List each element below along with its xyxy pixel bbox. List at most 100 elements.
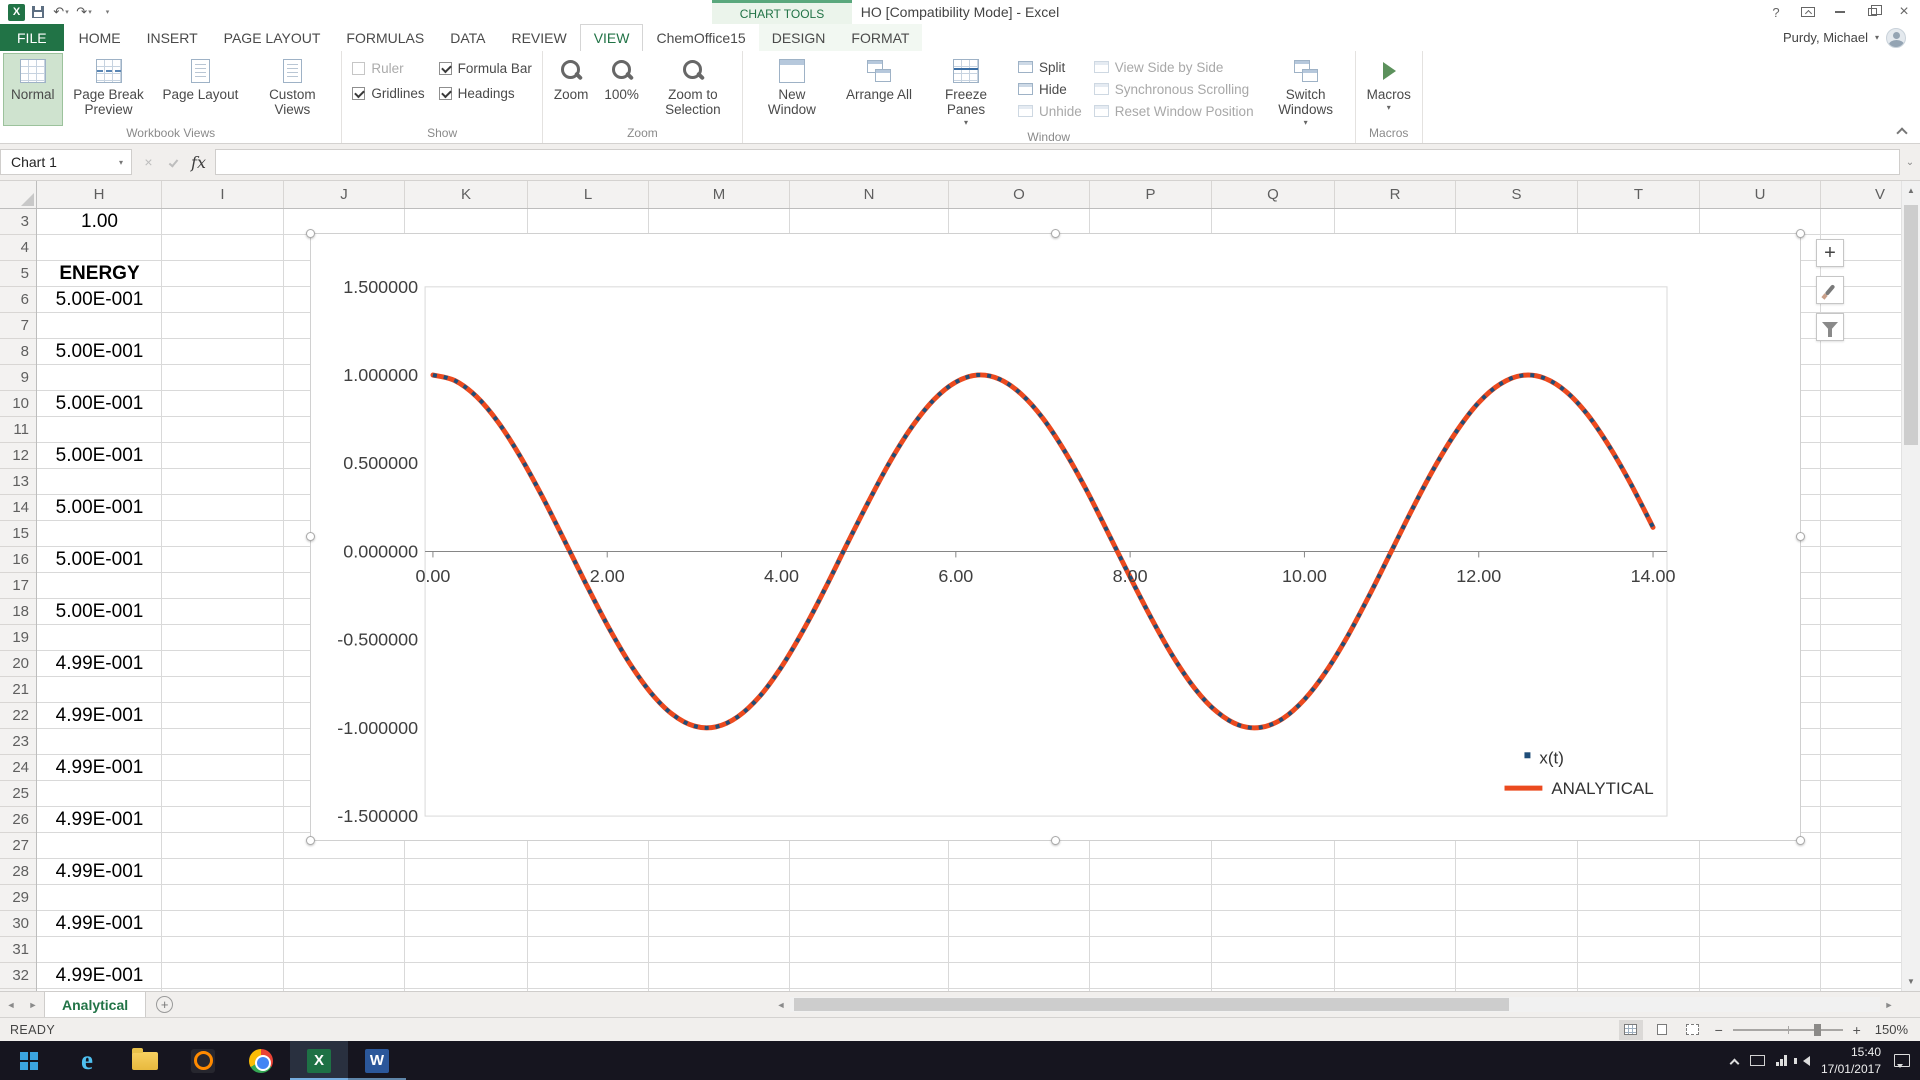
x-axis-label[interactable]: 10.00 [1282, 566, 1327, 586]
select-all-corner[interactable] [0, 181, 37, 208]
column-header-K[interactable]: K [405, 181, 528, 208]
column-header-H[interactable]: H [37, 181, 162, 208]
row-header-23[interactable]: 23 [0, 729, 36, 755]
row-header-19[interactable]: 19 [0, 625, 36, 651]
y-axis-label[interactable]: -1.000000 [337, 718, 418, 738]
taskbar-file-explorer[interactable] [116, 1041, 174, 1080]
row-header-12[interactable]: 12 [0, 443, 36, 469]
tab-data[interactable]: DATA [437, 24, 498, 51]
custom-views-button[interactable]: Custom Views [246, 53, 338, 126]
hscroll-track[interactable] [790, 997, 1880, 1012]
macros-button[interactable]: Macros▾ [1359, 53, 1419, 126]
ruler-checkbox[interactable]: Ruler [352, 60, 424, 76]
row-header-11[interactable]: 11 [0, 417, 36, 443]
show-hidden-icons-button[interactable] [1729, 1057, 1739, 1065]
chart-handle-mid-left[interactable] [306, 532, 315, 541]
restore-button[interactable] [1856, 0, 1888, 24]
chart-handle-bottom-left[interactable] [306, 836, 315, 845]
sheet-nav-right-button[interactable]: ► [22, 992, 44, 1017]
chart-filters-button[interactable] [1816, 313, 1844, 341]
minimize-button[interactable] [1824, 0, 1856, 24]
cell-H26[interactable]: 4.99E-001 [37, 807, 162, 833]
column-header-P[interactable]: P [1090, 181, 1212, 208]
undo-button[interactable]: ↶▾ [51, 2, 71, 22]
cancel-button[interactable]: × [137, 151, 160, 174]
cell-H12[interactable]: 5.00E-001 [37, 443, 162, 469]
formula-bar-checkbox[interactable]: Formula Bar [439, 60, 532, 76]
column-header-M[interactable]: M [649, 181, 790, 208]
taskbar-chrome[interactable] [232, 1041, 290, 1080]
scroll-down-arrow[interactable]: ▼ [1902, 972, 1920, 991]
enter-button[interactable] [162, 151, 185, 174]
row-header-20[interactable]: 20 [0, 651, 36, 677]
column-header-N[interactable]: N [790, 181, 949, 208]
chart-elements-button[interactable]: + [1816, 239, 1844, 267]
x-axis-label[interactable]: 14.00 [1631, 566, 1676, 586]
sheet-tab-analytical[interactable]: Analytical [44, 992, 146, 1017]
start-button[interactable] [0, 1041, 58, 1080]
cell-H14[interactable]: 5.00E-001 [37, 495, 162, 521]
touch-keyboard-icon[interactable] [1750, 1055, 1765, 1066]
cell-H28[interactable]: 4.99E-001 [37, 859, 162, 885]
normal-view-shortcut[interactable] [1619, 1020, 1643, 1040]
formula-bar-expand-button[interactable]: ⌄ [1900, 149, 1920, 175]
column-header-S[interactable]: S [1456, 181, 1578, 208]
y-axis-label[interactable]: -0.500000 [337, 630, 418, 650]
x-axis-label[interactable]: 2.00 [590, 566, 625, 586]
tab-formulas[interactable]: FORMULAS [333, 24, 437, 51]
page-layout-shortcut[interactable] [1650, 1020, 1674, 1040]
taskbar-media-app[interactable] [174, 1041, 232, 1080]
headings-checkbox[interactable]: Headings [439, 85, 532, 101]
chart-handle-top-left[interactable] [306, 229, 315, 238]
row-header-16[interactable]: 16 [0, 547, 36, 573]
x-axis-label[interactable]: 12.00 [1456, 566, 1501, 586]
y-axis-label[interactable]: -1.500000 [337, 806, 418, 826]
scroll-up-arrow[interactable]: ▲ [1902, 181, 1920, 200]
reset-window-position-button[interactable]: Reset Window Position [1088, 100, 1260, 122]
row-header-22[interactable]: 22 [0, 703, 36, 729]
horizontal-scrollbar[interactable]: ◄ ► [772, 992, 1920, 1017]
cell-H32[interactable]: 4.99E-001 [37, 963, 162, 989]
column-header-Q[interactable]: Q [1212, 181, 1335, 208]
zoom-in-button[interactable]: + [1850, 1022, 1864, 1038]
row-header-5[interactable]: 5 [0, 261, 36, 287]
row-header-31[interactable]: 31 [0, 937, 36, 963]
row-header-10[interactable]: 10 [0, 391, 36, 417]
zoom-slider-thumb[interactable] [1814, 1024, 1821, 1036]
column-header-I[interactable]: I [162, 181, 284, 208]
column-header-J[interactable]: J [284, 181, 405, 208]
normal-view-button[interactable]: Normal [3, 53, 63, 126]
zoom-out-button[interactable]: − [1712, 1022, 1726, 1038]
y-axis-label[interactable]: 1.000000 [343, 365, 418, 385]
vertical-scroll-thumb[interactable] [1904, 205, 1918, 445]
page-break-shortcut[interactable] [1681, 1020, 1705, 1040]
row-header-8[interactable]: 8 [0, 339, 36, 365]
row-header-7[interactable]: 7 [0, 313, 36, 339]
row-header-9[interactable]: 9 [0, 365, 36, 391]
taskbar-excel[interactable]: X [290, 1041, 348, 1080]
redo-button[interactable]: ↷▾ [74, 2, 94, 22]
row-header-27[interactable]: 27 [0, 833, 36, 859]
taskbar-word[interactable]: W [348, 1041, 406, 1080]
switch-windows-button[interactable]: Switch Windows▾ [1260, 53, 1352, 130]
chart-styles-button[interactable] [1816, 276, 1844, 304]
tab-home[interactable]: HOME [66, 24, 134, 51]
view-side-by-side-button[interactable]: View Side by Side [1088, 56, 1260, 78]
row-header-18[interactable]: 18 [0, 599, 36, 625]
new-sheet-button[interactable]: + [156, 996, 173, 1013]
cell-H22[interactable]: 4.99E-001 [37, 703, 162, 729]
hscroll-right-arrow[interactable]: ► [1880, 1000, 1898, 1010]
row-header-29[interactable]: 29 [0, 885, 36, 911]
chart-handle-top-center[interactable] [1051, 229, 1060, 238]
row-header-3[interactable]: 3 [0, 209, 36, 235]
split-button[interactable]: Split [1012, 56, 1088, 78]
user-account[interactable]: Purdy, Michael ▾ [1783, 24, 1920, 51]
cell-H30[interactable]: 4.99E-001 [37, 911, 162, 937]
arrange-all-button[interactable]: Arrange All [838, 53, 920, 130]
network-icon[interactable] [1776, 1055, 1787, 1066]
row-header-21[interactable]: 21 [0, 677, 36, 703]
action-center-icon[interactable] [1894, 1054, 1910, 1067]
page-break-preview-button[interactable]: Page Break Preview [63, 53, 155, 126]
tab-insert[interactable]: INSERT [134, 24, 211, 51]
y-axis-label[interactable]: 1.500000 [343, 277, 418, 297]
